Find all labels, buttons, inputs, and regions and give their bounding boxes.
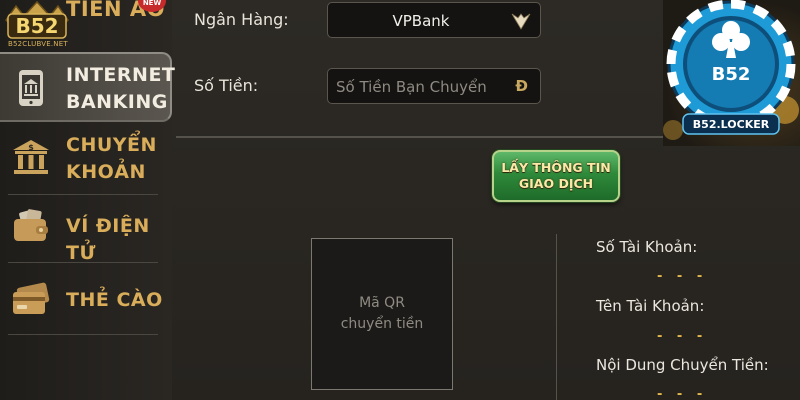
bank-building-icon: $: [10, 136, 52, 178]
sidebar-item-vi-dien-tu[interactable]: VÍ ĐIỆN TỬ: [0, 202, 172, 264]
sidebar-item-label: VÍ ĐIỆN TỬ: [66, 215, 150, 264]
brand-name: B52: [712, 64, 751, 85]
sidebar-item-label-line1: INTERNET: [66, 64, 176, 86]
amount-field-wrapper: Đ: [327, 68, 541, 104]
qr-label-line2: chuyển tiền: [340, 316, 424, 332]
mobile-bank-icon: [10, 67, 52, 109]
bank-select-value: VPBank: [392, 12, 450, 30]
sidebar-item-chuyen-khoan[interactable]: $ CHUYỂN KHOẢN: [0, 128, 172, 190]
sidebar-item-the-cao[interactable]: THẺ CÀO: [0, 276, 172, 326]
account-number-label: Số Tài Khoản:: [596, 238, 698, 256]
wallet-icon: [10, 205, 52, 247]
account-name-value: - - -: [657, 329, 708, 344]
button-label-line1: LẤY THÔNG TIN: [501, 160, 611, 175]
amount-input[interactable]: [336, 75, 512, 99]
brand-tag: B52.LOCKER: [693, 118, 770, 131]
currency-symbol: Đ: [515, 77, 528, 95]
sidebar-item-label-line2: BANKING: [66, 91, 168, 113]
button-label-line2: GIAO DỊCH: [518, 176, 594, 191]
sidebar-item-tien-ao[interactable]: TIỀN ẢO NEW: [0, 0, 172, 36]
logo-domain: B52CLUBVE.NET: [8, 40, 68, 48]
sidebar-item-label-line1: CHUYỂN: [66, 134, 157, 156]
get-transaction-info-button[interactable]: LẤY THÔNG TIN GIAO DỊCH: [492, 150, 620, 202]
card-icon: [10, 279, 52, 321]
qr-code-placeholder: Mã QR chuyển tiền: [311, 238, 453, 390]
transfer-content-value: - - -: [657, 387, 708, 400]
sidebar-item-internet-banking[interactable]: INTERNET BANKING: [0, 52, 176, 122]
sidebar-divider: [8, 262, 158, 263]
vertical-divider: [556, 234, 557, 400]
transfer-content-label: Nội Dung Chuyển Tiền:: [596, 356, 769, 374]
sidebar: B52 B52CLUBVE.NET TIỀN ẢO NEW INTERNET B…: [0, 0, 176, 400]
chevron-down-icon[interactable]: [510, 10, 532, 32]
svg-text:$: $: [28, 143, 34, 152]
sidebar-divider: [8, 334, 158, 335]
b52-locker-logo: B52 B52.LOCKER: [663, 0, 800, 146]
sidebar-item-label-line2: KHOẢN: [66, 161, 146, 183]
qr-label-line1: Mã QR: [359, 295, 405, 311]
amount-label: Số Tiền:: [194, 76, 259, 95]
sidebar-item-label: THẺ CÀO: [66, 289, 163, 311]
account-name-label: Tên Tài Khoản:: [596, 297, 705, 315]
bank-select[interactable]: VPBank: [327, 2, 541, 38]
bank-label: Ngân Hàng:: [194, 10, 289, 29]
account-number-value: - - -: [657, 269, 708, 284]
section-divider: [176, 136, 664, 138]
sidebar-divider: [8, 194, 158, 195]
